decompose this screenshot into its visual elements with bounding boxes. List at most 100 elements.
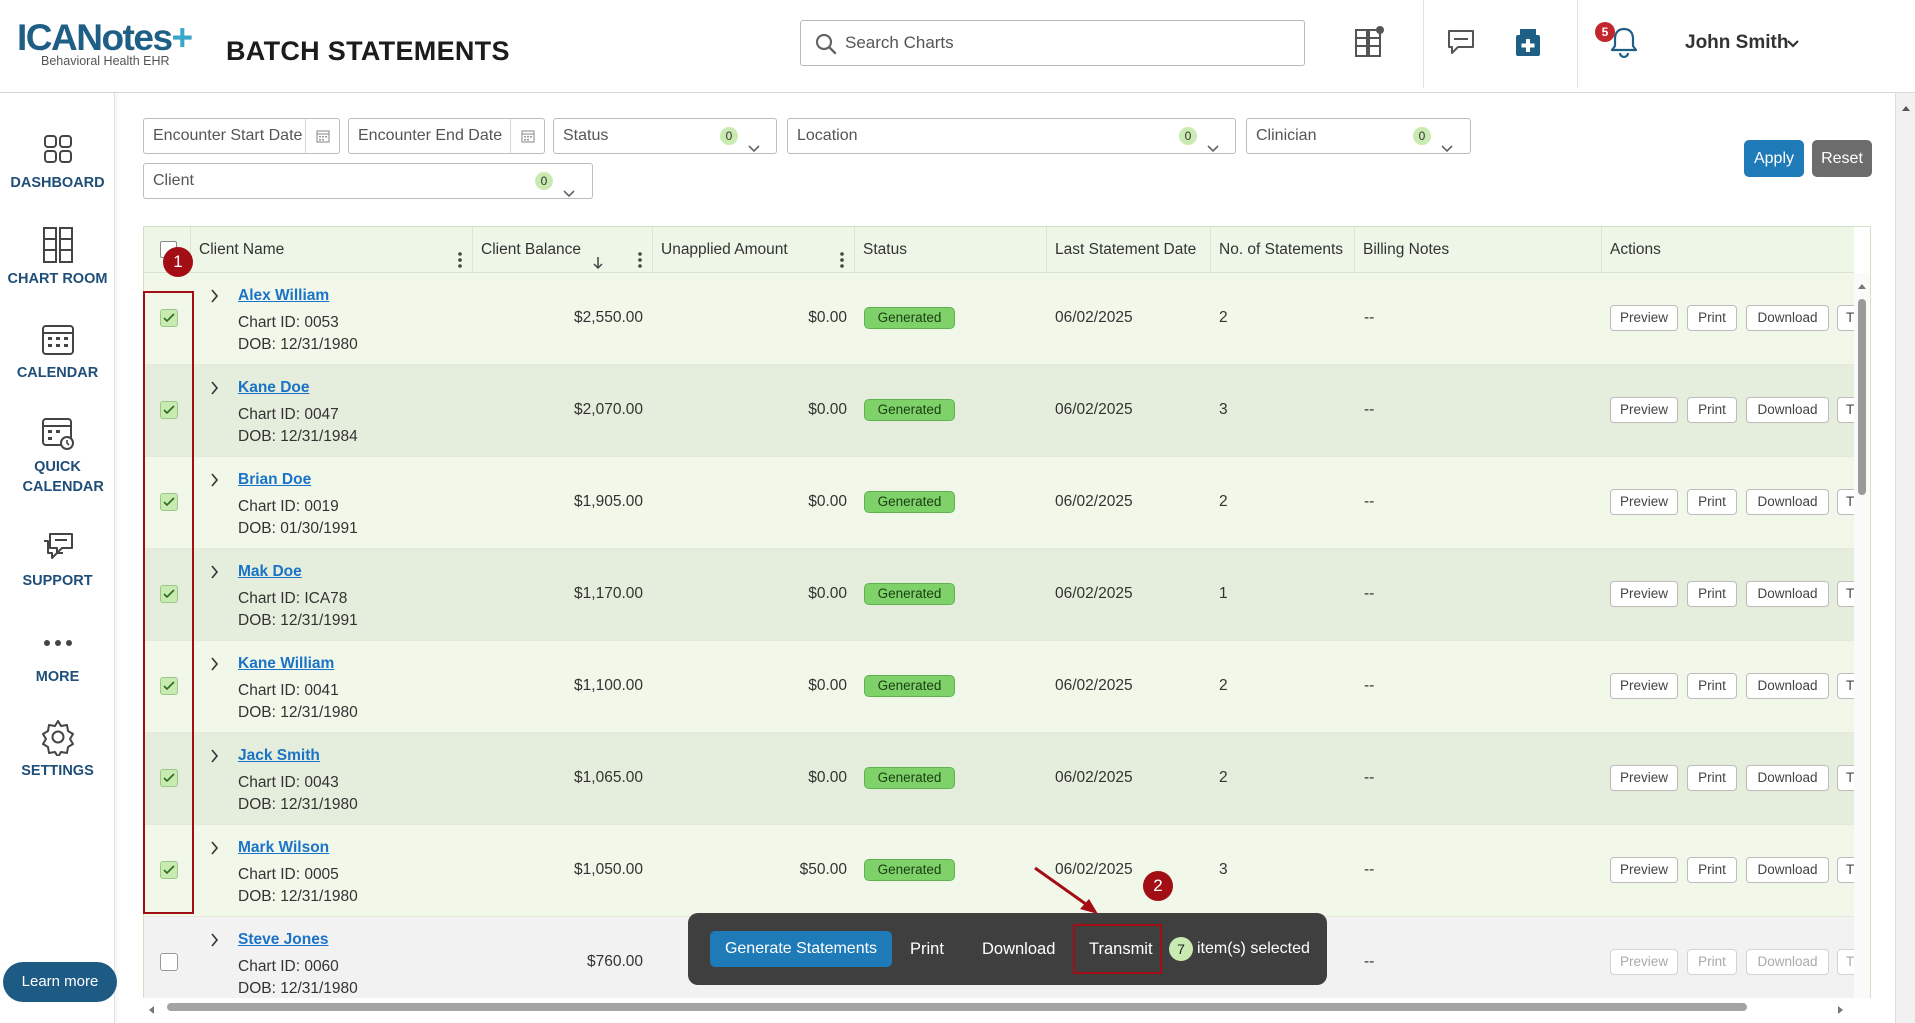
erx-icon[interactable] (1509, 22, 1547, 62)
search-box[interactable] (800, 20, 1305, 66)
table-vertical-scrollbar[interactable] (1854, 273, 1870, 1007)
chart-id: Chart ID: 0053 (238, 314, 339, 331)
chevron-right-icon[interactable] (210, 289, 219, 308)
client-name-link[interactable]: Kane Doe (238, 379, 310, 397)
sidebar-item-calendar[interactable]: CALENDAR (0, 317, 115, 383)
table-row[interactable]: Brian Doe Chart ID: 0019 DOB: 01/30/1991 $1… (144, 457, 1867, 549)
notification-badge: 5 (1595, 22, 1615, 42)
download-button[interactable]: Download (1746, 581, 1829, 607)
messages-icon[interactable] (1442, 22, 1480, 62)
print-button[interactable]: Print (1687, 489, 1737, 515)
clinician-filter[interactable]: Clinician 0 (1246, 118, 1471, 154)
chevron-right-icon[interactable] (210, 565, 219, 584)
sidebar-item-dashboard[interactable]: DASHBOARD (0, 127, 115, 193)
chevron-right-icon[interactable] (210, 841, 219, 860)
sidebar-item-quick-calendar[interactable]: QUICK CALENDAR (0, 411, 115, 497)
download-button[interactable]: Download (1746, 857, 1829, 883)
sidebar-item-chart-room[interactable]: CHART ROOM (0, 223, 115, 289)
client-name-link[interactable]: Steve Jones (238, 931, 328, 949)
user-menu[interactable]: John Smith (1685, 32, 1788, 54)
learn-more-button[interactable]: Learn more (3, 962, 117, 1002)
download-selected-button[interactable]: Download (982, 931, 1055, 967)
status-filter-count: 0 (720, 127, 738, 145)
page-scrollbar[interactable] (1895, 93, 1915, 1023)
download-button[interactable]: Download (1746, 397, 1829, 423)
row-checkbox[interactable] (160, 953, 178, 971)
sidebar-item-settings[interactable]: SETTINGS (0, 715, 115, 781)
client-name-link[interactable]: Alex William (238, 287, 329, 305)
app-logo[interactable]: ICANotes+ Behavioral Health EHR (17, 18, 193, 70)
encounter-end-date-field[interactable]: Encounter End Date (348, 118, 545, 154)
client-name-link[interactable]: Jack Smith (238, 747, 320, 765)
chevron-right-icon[interactable] (210, 933, 219, 952)
client-filter[interactable]: Client 0 (143, 163, 593, 199)
column-billing-notes[interactable]: Billing Notes (1355, 227, 1602, 273)
statement-count: 2 (1219, 677, 1228, 694)
print-button[interactable]: Print (1687, 581, 1737, 607)
preview-button[interactable]: Preview (1610, 765, 1678, 791)
column-client-balance[interactable]: Client Balance (473, 227, 653, 273)
status-filter[interactable]: Status 0 (553, 118, 777, 154)
download-button[interactable]: Download (1746, 673, 1829, 699)
preview-button[interactable]: Preview (1610, 305, 1678, 331)
print-button[interactable]: Print (1687, 857, 1737, 883)
print-button[interactable]: Print (1687, 949, 1737, 975)
apply-button[interactable]: Apply (1744, 140, 1804, 177)
scroll-up-icon[interactable] (1901, 99, 1911, 117)
print-button[interactable]: Print (1687, 673, 1737, 699)
generate-statements-button[interactable]: Generate Statements (710, 931, 892, 967)
preview-button[interactable]: Preview (1610, 489, 1678, 515)
preview-button[interactable]: Preview (1610, 857, 1678, 883)
header-divider (1577, 0, 1578, 88)
print-button[interactable]: Print (1687, 765, 1737, 791)
scroll-left-icon[interactable] (147, 1002, 155, 1020)
search-input[interactable] (845, 29, 1285, 57)
client-name-link[interactable]: Mak Doe (238, 563, 302, 581)
column-status[interactable]: Status (855, 227, 1047, 273)
download-button[interactable]: Download (1746, 949, 1829, 975)
download-button[interactable]: Download (1746, 765, 1829, 791)
preview-button[interactable]: Preview (1610, 581, 1678, 607)
table-horizontal-scroll-thumb[interactable] (167, 1003, 1747, 1011)
chevron-right-icon[interactable] (210, 657, 219, 676)
print-button[interactable]: Print (1687, 397, 1737, 423)
chevron-right-icon[interactable] (210, 749, 219, 768)
download-button[interactable]: Download (1746, 489, 1829, 515)
chart-room-add-icon[interactable] (1350, 22, 1388, 62)
preview-button[interactable]: Preview (1610, 397, 1678, 423)
table-row[interactable]: Kane William Chart ID: 0041 DOB: 12/31/198… (144, 641, 1867, 733)
column-client-name[interactable]: Client Name (191, 227, 473, 273)
client-name-link[interactable]: Brian Doe (238, 471, 311, 489)
scroll-right-icon[interactable] (1837, 1002, 1845, 1020)
preview-button[interactable]: Preview (1610, 949, 1678, 975)
chevron-down-icon[interactable] (1786, 36, 1800, 54)
table-row[interactable]: Alex William Chart ID: 0053 DOB: 12/31/198… (144, 273, 1867, 365)
download-button[interactable]: Download (1746, 305, 1829, 331)
table-row[interactable]: Kane Doe Chart ID: 0047 DOB: 12/31/1984 $2,… (144, 365, 1867, 457)
calendar-icon[interactable] (305, 119, 339, 153)
scroll-up-icon[interactable] (1857, 277, 1867, 295)
table-horizontal-scrollbar[interactable] (143, 998, 1871, 1016)
table-row[interactable]: Mak Doe Chart ID: ICA78 DOB: 12/31/1991 $1,… (144, 549, 1867, 641)
table-vertical-scroll-thumb[interactable] (1858, 299, 1866, 495)
calendar-icon[interactable] (510, 119, 544, 153)
table-row[interactable]: Mark Wilson Chart ID: 0005 DOB: 12/31/1980… (144, 825, 1867, 917)
chevron-right-icon[interactable] (210, 381, 219, 400)
preview-button[interactable]: Preview (1610, 673, 1678, 699)
client-name-link[interactable]: Kane William (238, 655, 334, 673)
encounter-start-date-field[interactable]: Encounter Start Date (143, 118, 340, 154)
print-selected-button[interactable]: Print (910, 931, 944, 967)
client-name-link[interactable]: Mark Wilson (238, 839, 329, 857)
column-unapplied-amount[interactable]: Unapplied Amount (653, 227, 855, 273)
location-filter[interactable]: Location 0 (787, 118, 1236, 154)
column-last-statement-date[interactable]: Last Statement Date (1047, 227, 1211, 273)
print-button[interactable]: Print (1687, 305, 1737, 331)
more-icon (0, 621, 115, 665)
sidebar-item-support[interactable]: SUPPORT (0, 525, 115, 591)
column-no-of-statements[interactable]: No. of Statements (1211, 227, 1355, 273)
chevron-right-icon[interactable] (210, 473, 219, 492)
table-row[interactable]: Jack Smith Chart ID: 0043 DOB: 12/31/1980 $… (144, 733, 1867, 825)
sidebar-item-more[interactable]: MORE (0, 621, 115, 687)
date-of-birth: DOB: 12/31/1980 (238, 796, 358, 813)
reset-button[interactable]: Reset (1812, 140, 1872, 177)
